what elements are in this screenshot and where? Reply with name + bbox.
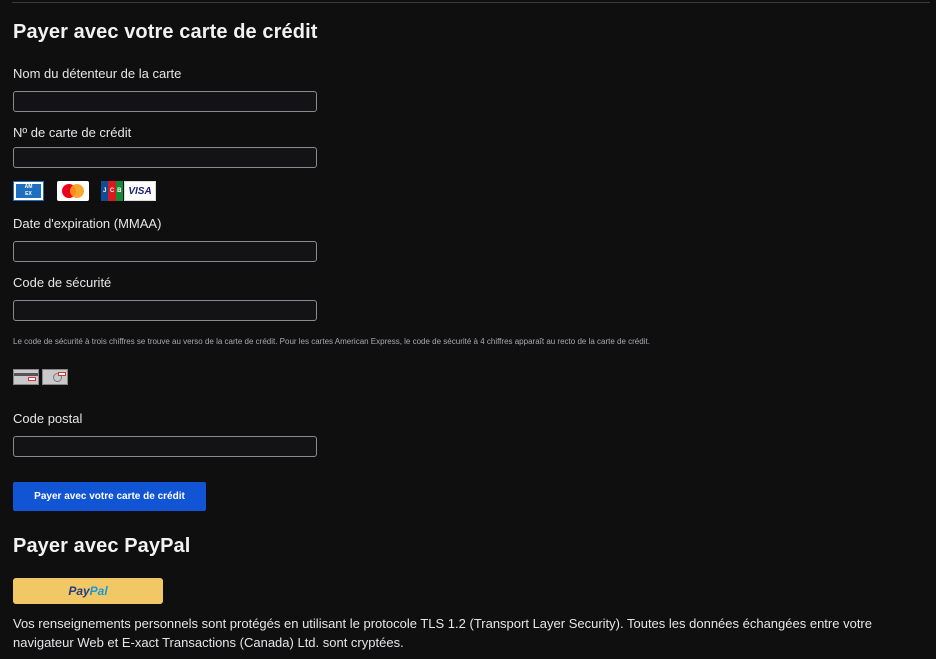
top-divider xyxy=(12,2,930,3)
postal-code-input[interactable] xyxy=(13,436,317,457)
jcb-icon: JCB xyxy=(101,181,123,201)
card-back-cvv-icon xyxy=(13,369,39,385)
expiry-label: Date d'expiration (MMAA) xyxy=(13,216,162,231)
credit-card-title: Payer avec votre carte de crédit xyxy=(13,21,318,43)
security-code-label: Code de sécurité xyxy=(13,275,112,290)
mastercard-icon xyxy=(57,181,89,201)
paypal-title: Payer avec PayPal xyxy=(13,535,191,557)
paypal-logo-pal: Pal xyxy=(89,584,108,598)
cardholder-label: Nom du détenteur de la carte xyxy=(13,66,182,81)
expiry-input[interactable] xyxy=(13,241,317,262)
paypal-button[interactable]: PayPal xyxy=(13,578,163,604)
visa-icon: VISA xyxy=(124,181,156,201)
accepted-cards: AM EX JCB VISA xyxy=(13,181,156,201)
security-code-input[interactable] xyxy=(13,300,317,321)
card-number-label: Nº de carte de crédit xyxy=(13,125,132,140)
card-front-cvv-icon xyxy=(42,369,68,385)
postal-code-label: Code postal xyxy=(13,411,83,426)
security-notice: Vos renseignements personnels sont proté… xyxy=(13,616,872,650)
card-number-input[interactable] xyxy=(13,147,317,168)
security-code-hint: Le code de sécurité à trois chiffres se … xyxy=(13,337,650,346)
pay-with-card-button[interactable]: Payer avec votre carte de crédit xyxy=(13,482,206,511)
paypal-logo-pay: Pay xyxy=(68,584,90,598)
cardholder-input[interactable] xyxy=(13,91,317,112)
amex-icon: AM EX xyxy=(13,181,44,201)
